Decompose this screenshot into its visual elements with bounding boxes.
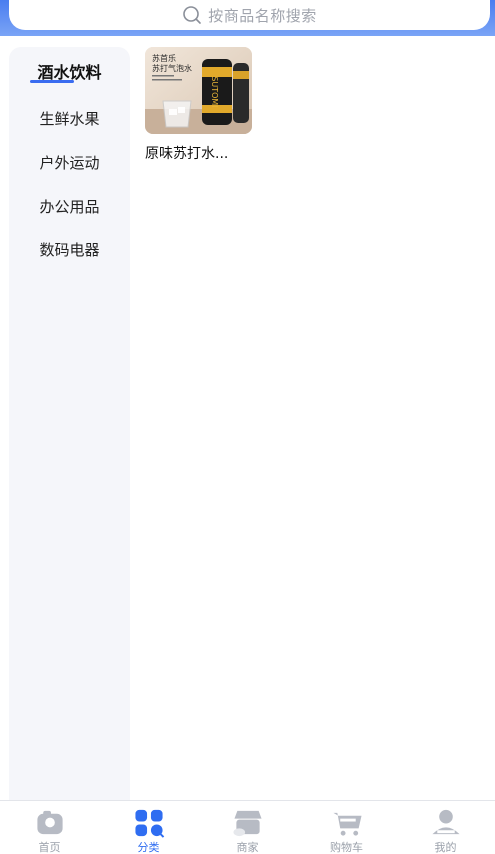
svg-text:SUTOMI: SUTOMI [210,76,219,107]
sidebar-item-drinks[interactable]: 酒水饮料 [9,56,130,86]
tab-cart[interactable]: 购物车 [297,801,396,854]
cart-icon [332,812,362,836]
home-icon [36,810,63,835]
svg-text:苏首乐: 苏首乐 [152,53,176,63]
sidebar-item-outdoor[interactable]: 户外运动 [9,147,130,177]
bottom-tab-bar: 首页 分类 商家 购物车 我的 [0,800,495,854]
tab-store[interactable]: 商家 [198,801,297,854]
tab-label: 首页 [38,841,61,854]
user-icon [431,809,460,835]
sidebar-item-label: 办公用品 [39,197,100,216]
header-bar: 按商品名称搜索 [0,0,495,36]
category-icon [134,809,164,838]
tab-category[interactable]: 分类 [99,801,198,854]
svg-text:苏打气泡水: 苏打气泡水 [152,63,192,73]
sidebar-item-office[interactable]: 办公用品 [9,191,130,221]
sidebar-item-digital[interactable]: 数码电器 [9,234,130,264]
tab-label: 我的 [434,841,457,854]
sidebar-item-fresh-fruit[interactable]: 生鲜水果 [9,103,130,133]
tab-label: 商家 [236,841,259,854]
product-name[interactable]: 原味苏打水... [145,143,255,163]
tab-label: 购物车 [330,841,363,854]
search-input[interactable]: 按商品名称搜索 [9,0,490,30]
tab-home[interactable]: 首页 [0,801,99,854]
store-icon [232,810,262,837]
search-icon [183,6,202,24]
sidebar-item-label: 数码电器 [39,240,100,259]
sidebar-item-label: 生鲜水果 [39,109,100,128]
category-page: 按商品名称搜索 酒水饮料 生鲜水果 户外运动 办公用品 数码电器 苏首乐 苏打气… [0,0,495,854]
sidebar-item-label: 户外运动 [39,153,100,172]
tab-profile[interactable]: 我的 [396,801,495,854]
soda-product-icon: 苏首乐 苏打气泡水 SUTOMI [145,47,252,134]
active-indicator [30,80,74,83]
search-placeholder: 按商品名称搜索 [208,6,317,25]
product-card[interactable]: 苏首乐 苏打气泡水 SUTOMI 原味苏打水... [145,47,255,163]
product-image[interactable]: 苏首乐 苏打气泡水 SUTOMI [145,47,252,134]
tab-label: 分类 [137,841,160,854]
category-sidebar: 酒水饮料 生鲜水果 户外运动 办公用品 数码电器 [9,47,130,800]
